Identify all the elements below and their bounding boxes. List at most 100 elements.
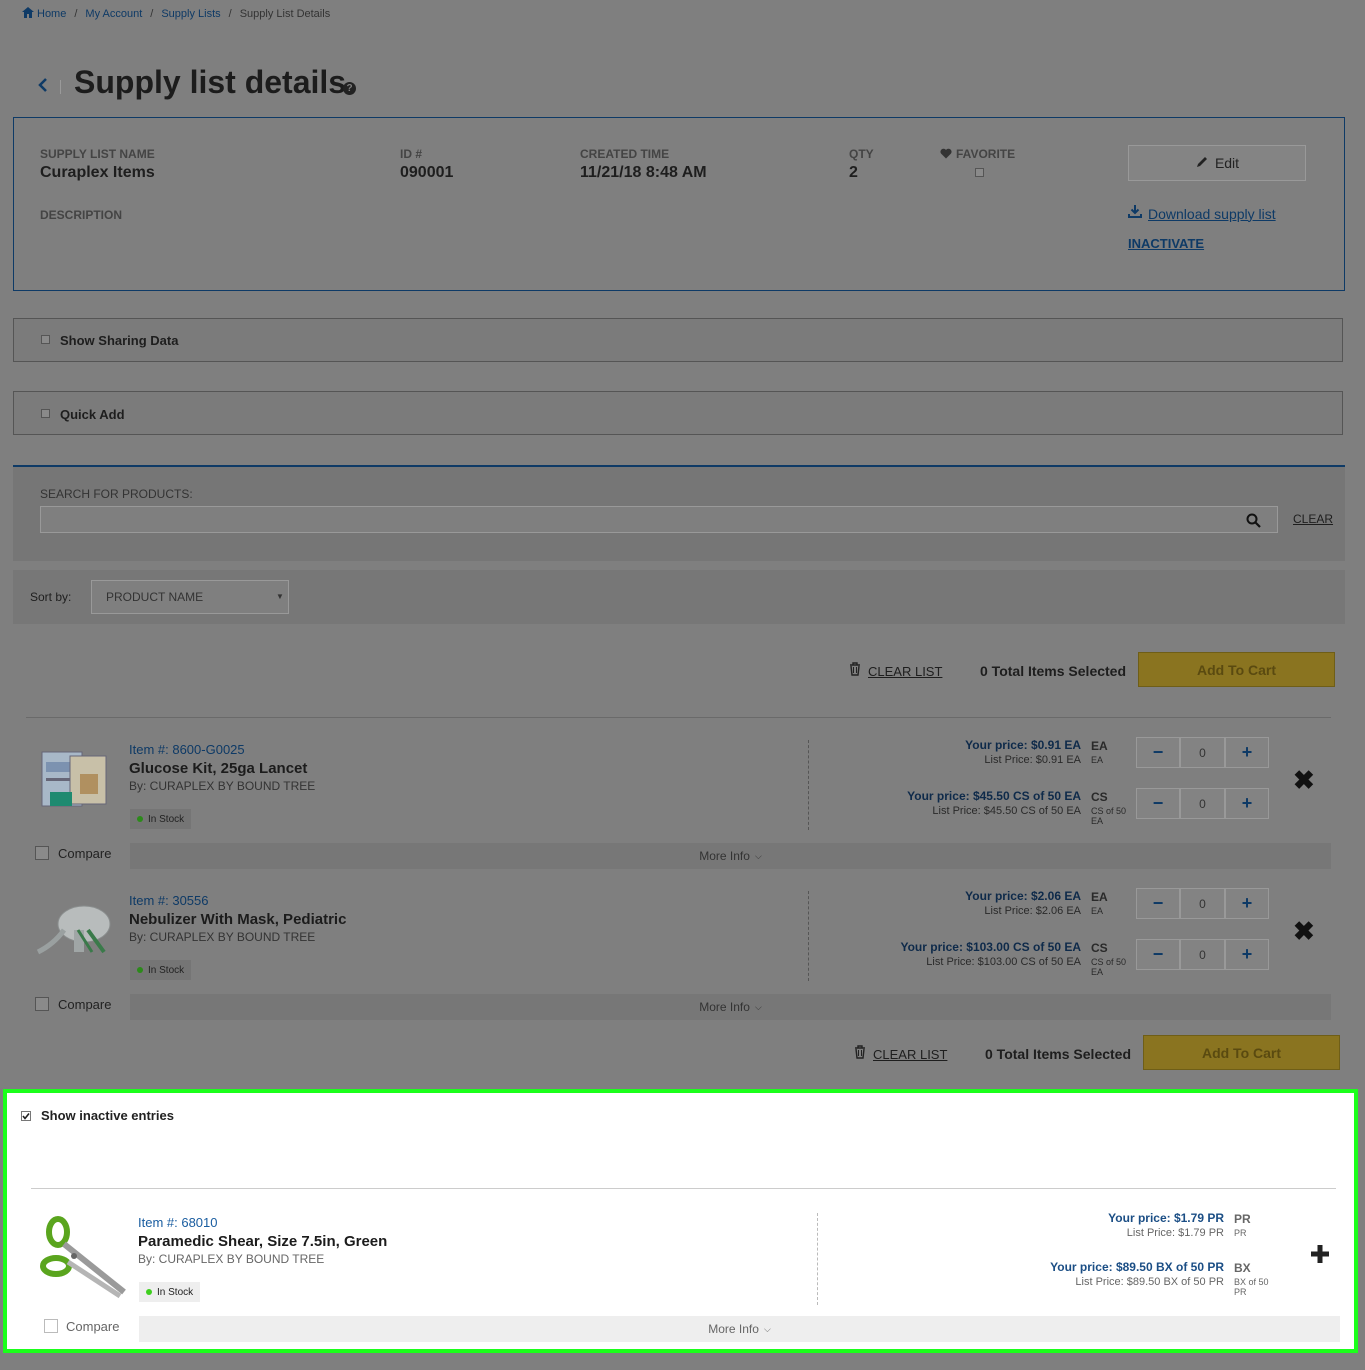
- breadcrumb-home[interactable]: Home: [37, 8, 66, 20]
- plus-icon[interactable]: [1309, 1243, 1331, 1270]
- product-image[interactable]: [40, 1210, 128, 1305]
- in-stock-badge: In Stock: [130, 809, 192, 829]
- favorite-checkbox[interactable]: [975, 168, 984, 177]
- increment-button[interactable]: +: [1225, 939, 1269, 970]
- quick-add-panel[interactable]: [13, 391, 1343, 435]
- your-price: Your price: $0.91 EA: [965, 738, 1081, 752]
- more-info-toggle[interactable]: More Info ⌵: [130, 843, 1331, 869]
- quantity-input[interactable]: 0: [1180, 788, 1225, 819]
- quantity-input[interactable]: 0: [1180, 737, 1225, 768]
- your-price: Your price: $89.50 BX of 50 PR: [1050, 1260, 1224, 1274]
- breadcrumb-separator: /: [228, 8, 232, 20]
- quantity-stepper: − 0 +: [1136, 788, 1269, 819]
- product-name[interactable]: Nebulizer With Mask, Pediatric: [129, 911, 346, 928]
- sort-select[interactable]: PRODUCT NAME: [91, 580, 289, 614]
- increment-button[interactable]: +: [1225, 888, 1269, 919]
- supply-list-name-value: Curaplex Items: [40, 164, 155, 181]
- uom-code: PR: [1234, 1212, 1251, 1226]
- your-price: Your price: $2.06 EA: [965, 889, 1081, 903]
- trash-icon[interactable]: [854, 1045, 866, 1064]
- add-to-cart-button[interactable]: Add To Cart: [1138, 652, 1335, 687]
- sharing-data-checkbox[interactable]: [41, 335, 50, 344]
- description-label: DESCRIPTION: [40, 208, 123, 222]
- clear-list-link[interactable]: CLEAR LIST: [868, 664, 942, 679]
- more-info-toggle[interactable]: More Info ⌵: [130, 994, 1331, 1020]
- increment-button[interactable]: +: [1225, 788, 1269, 819]
- your-price: Your price: $1.79 PR: [1108, 1211, 1224, 1225]
- dashed-divider: [808, 891, 809, 981]
- uom-code: CS: [1091, 790, 1108, 804]
- clear-list-link[interactable]: CLEAR LIST: [873, 1047, 947, 1062]
- search-clear-link[interactable]: CLEAR: [1293, 512, 1333, 526]
- breadcrumb-my-account[interactable]: My Account: [85, 8, 142, 20]
- supply-list-name-label: SUPPLY LIST NAME: [40, 147, 155, 161]
- decrement-button[interactable]: −: [1136, 939, 1180, 970]
- item-number[interactable]: Item #: 68010: [138, 1215, 218, 1230]
- compare-checkbox[interactable]: [35, 997, 49, 1011]
- product-name[interactable]: Paramedic Shear, Size 7.5in, Green: [138, 1233, 387, 1250]
- add-to-cart-button[interactable]: Add To Cart: [1143, 1035, 1340, 1070]
- pencil-icon: [1195, 155, 1209, 172]
- download-label: Download supply list: [1148, 205, 1276, 222]
- product-manufacturer: By: CURAPLEX BY BOUND TREE: [129, 930, 316, 944]
- decrement-button[interactable]: −: [1136, 888, 1180, 919]
- product-image[interactable]: [34, 900, 120, 967]
- breadcrumb-supply-lists[interactable]: Supply Lists: [161, 8, 220, 20]
- stock-label: In Stock: [148, 813, 185, 825]
- help-icon[interactable]: ?: [343, 82, 356, 95]
- trash-icon[interactable]: [849, 662, 861, 681]
- product-manufacturer: By: CURAPLEX BY BOUND TREE: [138, 1252, 325, 1266]
- quantity-input[interactable]: 0: [1180, 888, 1225, 919]
- search-label: SEARCH FOR PRODUCTS:: [40, 487, 193, 501]
- decrement-button[interactable]: −: [1136, 737, 1180, 768]
- uom-sub: CS of 50 EA: [1091, 957, 1127, 977]
- show-inactive-checkbox[interactable]: [21, 1108, 31, 1126]
- id-label: ID #: [400, 147, 423, 161]
- qty-label: QTY: [849, 147, 874, 161]
- compare-label: Compare: [66, 1319, 120, 1334]
- breadcrumb-separator: /: [74, 8, 78, 20]
- product-name[interactable]: Glucose Kit, 25ga Lancet: [129, 760, 307, 777]
- chevron-down-icon: ⌵: [763, 1323, 771, 1334]
- remove-item-icon[interactable]: ✖: [1293, 765, 1315, 796]
- home-icon[interactable]: [22, 7, 34, 21]
- breadcrumb: Home / My Account / Supply Lists / Suppl…: [22, 7, 330, 21]
- search-input[interactable]: [40, 506, 1278, 533]
- quick-add-checkbox[interactable]: [41, 409, 50, 418]
- more-info-toggle[interactable]: More Info ⌵: [139, 1316, 1340, 1342]
- your-price: Your price: $45.50 CS of 50 EA: [907, 789, 1081, 803]
- download-supply-list-link[interactable]: Download supply list: [1128, 204, 1276, 223]
- back-chevron-icon[interactable]: [38, 76, 48, 97]
- uom-sub: BX of 50 PR: [1234, 1277, 1269, 1297]
- favorite-label: FAVORITE: [956, 147, 1016, 161]
- item-number[interactable]: Item #: 30556: [129, 893, 209, 908]
- search-icon[interactable]: [1246, 513, 1261, 533]
- list-price: List Price: $103.00 CS of 50 EA: [926, 956, 1081, 968]
- page-title: Supply list details: [74, 64, 347, 100]
- list-price: List Price: $1.79 PR: [1126, 1227, 1224, 1239]
- quantity-input[interactable]: 0: [1180, 939, 1225, 970]
- quick-add-label: Quick Add: [60, 407, 125, 422]
- chevron-down-icon: ▼: [276, 592, 284, 601]
- compare-label: Compare: [58, 997, 112, 1012]
- item-number[interactable]: Item #: 8600-G0025: [129, 742, 245, 757]
- list-price: List Price: $0.91 EA: [984, 754, 1081, 766]
- compare-checkbox[interactable]: [35, 846, 49, 860]
- decrement-button[interactable]: −: [1136, 788, 1180, 819]
- compare-label: Compare: [58, 846, 112, 861]
- inactivate-link[interactable]: INACTIVATE: [1128, 236, 1204, 251]
- remove-item-icon[interactable]: ✖: [1293, 916, 1315, 947]
- breadcrumb-current: Supply List Details: [239, 8, 331, 20]
- download-icon: [1128, 204, 1142, 223]
- edit-label: Edit: [1214, 155, 1240, 171]
- edit-button[interactable]: Edit: [1128, 145, 1306, 181]
- sort-selected-value: PRODUCT NAME: [106, 590, 204, 604]
- product-image[interactable]: [40, 748, 116, 815]
- in-stock-badge: In Stock: [130, 960, 192, 980]
- qty-value: 2: [849, 164, 858, 181]
- title-divider: [60, 80, 61, 94]
- sharing-data-panel[interactable]: [13, 318, 1343, 362]
- compare-checkbox[interactable]: [44, 1319, 58, 1333]
- uom-code: EA: [1091, 739, 1108, 753]
- increment-button[interactable]: +: [1225, 737, 1269, 768]
